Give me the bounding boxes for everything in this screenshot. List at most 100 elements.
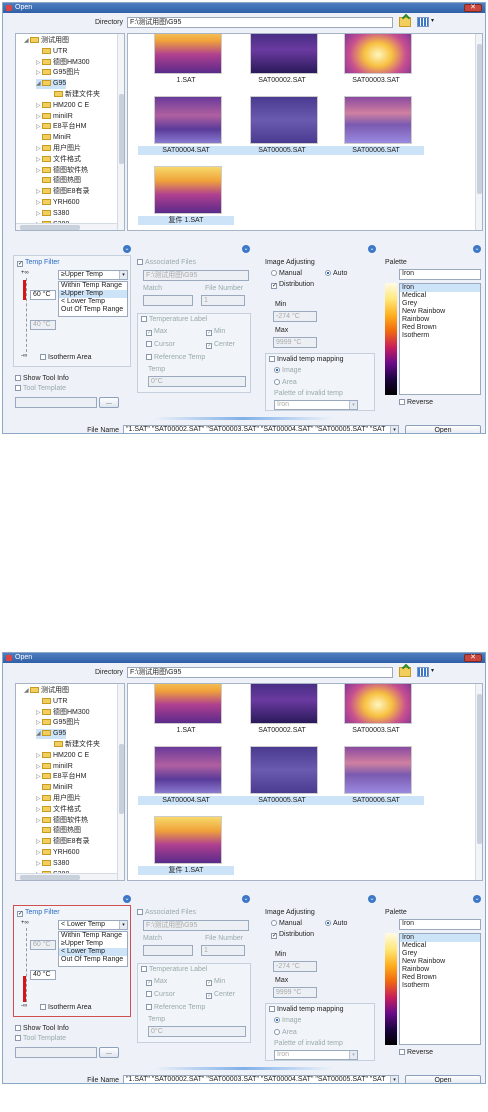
tool-template-field[interactable] (15, 397, 97, 408)
filter-mode-option[interactable]: Within Temp Range (59, 282, 127, 290)
tree-horizontal-scrollbar[interactable] (16, 223, 117, 230)
collapse-adjust-icon[interactable]: ⌄ (368, 245, 376, 253)
tree-item[interactable]: ◢ G95 (36, 729, 67, 740)
palette-item[interactable]: Red Brown (400, 324, 480, 332)
reference-temp-checkbox[interactable]: Reference Temp (146, 354, 205, 361)
close-button[interactable]: ✕ (464, 4, 482, 12)
reference-temp-field[interactable]: 0°C (148, 376, 246, 387)
file-thumbnail[interactable] (250, 746, 318, 794)
file-name-caption[interactable]: 复件 1.SAT (138, 866, 234, 875)
tree-item[interactable]: ▷ 德图软件热 (36, 816, 88, 826)
tree-item[interactable]: ▷ HM200 C E (36, 751, 89, 761)
max-checkbox[interactable]: ✓ Max (146, 328, 167, 336)
associated-path-field[interactable]: F:\测试用图\G95 (143, 920, 249, 931)
collapse-assoc-icon[interactable]: ⌄ (242, 245, 250, 253)
file-name-caption[interactable]: 1.SAT (138, 76, 234, 85)
tree-item[interactable]: UTR (36, 697, 67, 707)
reverse-checkbox[interactable]: Reverse (399, 1049, 433, 1056)
file-name-caption[interactable]: 复件 1.SAT (138, 216, 234, 225)
temperature-label-checkbox[interactable]: Temperature Label (141, 316, 207, 323)
palette-item[interactable]: Isotherm (400, 332, 480, 340)
tree-item[interactable]: ▷ 用户图片 (36, 144, 81, 154)
distribution-checkbox[interactable]: ✓ Distribution (271, 931, 314, 939)
reference-temp-checkbox[interactable]: Reference Temp (146, 1004, 205, 1011)
filter-mode-combo[interactable]: ≥Upper Temp ▾ (58, 270, 128, 280)
file-thumbnail[interactable] (344, 96, 412, 144)
tree-vertical-scrollbar[interactable] (117, 34, 124, 230)
auto-radio[interactable]: Auto (325, 270, 347, 277)
file-name-caption[interactable]: SAT00006.SAT (328, 146, 424, 155)
view-vertical-scrollbar[interactable] (475, 684, 482, 880)
palette-combo[interactable]: Iron (399, 919, 481, 930)
view-dropdown-icon[interactable]: ▾ (431, 667, 434, 674)
file-name-combo[interactable]: "1.SAT" "SAT00002.SAT" "SAT00003.SAT" "S… (123, 1075, 399, 1083)
min-checkbox[interactable]: ✓ Min (206, 328, 225, 336)
open-button[interactable]: Open (405, 1075, 481, 1083)
palette-list[interactable]: Iron Medical Grey New Rainbow Rainbow Red Bro… (399, 933, 481, 1045)
file-number-spin[interactable]: 1 (201, 295, 245, 306)
file-name-caption[interactable]: SAT00006.SAT (328, 796, 424, 805)
palette-item[interactable]: Grey (400, 950, 480, 958)
file-thumbnail[interactable] (154, 166, 222, 214)
cursor-checkbox[interactable]: Cursor (146, 991, 175, 998)
max-temp-field[interactable]: 9999 °C (273, 337, 317, 348)
tree-item[interactable]: MiniR (36, 133, 71, 143)
filter-mode-option[interactable]: < Lower Temp (59, 298, 127, 306)
file-name-caption[interactable]: SAT00005.SAT (234, 146, 330, 155)
palette-item[interactable]: Red Brown (400, 974, 480, 982)
invalid-area-radio[interactable]: Area (274, 1029, 297, 1036)
filter-mode-option[interactable]: Within Temp Range (59, 932, 127, 940)
directory-field[interactable]: F:\测试用图\G95 (127, 667, 393, 678)
palette-combo[interactable]: Iron (399, 269, 481, 280)
show-tool-info-checkbox[interactable]: Show Tool Info (15, 1025, 69, 1032)
filter-mode-option[interactable]: ≥Upper Temp (59, 940, 127, 948)
lower-temp-spin[interactable]: 40 °C (30, 320, 56, 330)
temperature-label-checkbox[interactable]: Temperature Label (141, 966, 207, 973)
file-number-spin[interactable]: 1 (201, 945, 245, 956)
tree-item[interactable]: ▷ HM200 C E (36, 101, 89, 111)
filter-mode-list[interactable]: Within Temp Range ≥Upper Temp < Lower Temp… (58, 931, 128, 967)
match-field[interactable] (143, 945, 193, 956)
close-button[interactable]: ✕ (464, 654, 482, 662)
palette-item[interactable]: Iron (400, 934, 480, 942)
file-thumbnail[interactable] (250, 684, 318, 724)
tree-item[interactable]: ▷ 德图HM300 (36, 58, 90, 68)
palette-item[interactable]: Iron (400, 284, 480, 292)
invalid-area-radio[interactable]: Area (274, 379, 297, 386)
invalid-image-radio[interactable]: Image (274, 1017, 301, 1024)
isotherm-area-checkbox[interactable]: Isotherm Area (40, 354, 92, 361)
tree-item[interactable]: MiniIR (36, 783, 73, 793)
palette-item[interactable]: New Rainbow (400, 958, 480, 966)
palette-item[interactable]: Rainbow (400, 966, 480, 974)
show-tool-info-checkbox[interactable]: Show Tool Info (15, 375, 69, 382)
upper-temp-spin[interactable]: 60 °C (30, 940, 56, 950)
tree-item[interactable]: 新建文件夹 (48, 90, 100, 100)
tool-template-checkbox[interactable]: Tool Template (15, 1035, 66, 1042)
palette-item[interactable]: Medical (400, 942, 480, 950)
folder-tree[interactable]: ◢ 测试用图 UTR ▷ 德图HM300 ▷ G95图片 ◢ G95 新建文件夹 ▷ HM200 C … (15, 33, 125, 231)
view-dropdown-icon[interactable]: ▾ (431, 17, 434, 24)
palette-item[interactable]: Isotherm (400, 982, 480, 990)
collapse-tree-icon[interactable]: ⌄ (123, 895, 131, 903)
invalid-temp-checkbox[interactable]: Invalid temp mapping (269, 1006, 344, 1013)
file-thumbnail[interactable] (154, 684, 222, 724)
center-checkbox[interactable]: ✓ Center (206, 991, 235, 999)
tree-item[interactable]: UTR (36, 47, 67, 57)
collapse-palette-icon[interactable]: ⌄ (473, 895, 481, 903)
view-mode-icon[interactable] (417, 17, 429, 27)
isotherm-area-checkbox[interactable]: Isotherm Area (40, 1004, 92, 1011)
file-thumbnail[interactable] (250, 34, 318, 74)
collapse-tree-icon[interactable]: ⌄ (123, 245, 131, 253)
tree-item[interactable]: ▷ 德图HM300 (36, 708, 90, 718)
tree-item[interactable]: ◢ 测试用图 (24, 686, 69, 696)
palette-item[interactable]: New Rainbow (400, 308, 480, 316)
file-thumbnail[interactable] (344, 746, 412, 794)
file-thumbnail-view[interactable]: 1.SAT SAT00002.SAT SAT00003.SAT SAT00004.SA… (127, 33, 483, 231)
up-folder-icon[interactable] (399, 13, 411, 27)
tree-item[interactable]: ▷ YRH600 (36, 198, 79, 208)
tree-item[interactable]: ▷ G95图片 (36, 718, 80, 728)
filter-mode-option[interactable]: ≥Upper Temp (59, 290, 127, 298)
tree-item[interactable]: ▷ 德图软件热 (36, 166, 88, 176)
associated-path-field[interactable]: F:\测试用图\G95 (143, 270, 249, 281)
collapse-assoc-icon[interactable]: ⌄ (242, 895, 250, 903)
